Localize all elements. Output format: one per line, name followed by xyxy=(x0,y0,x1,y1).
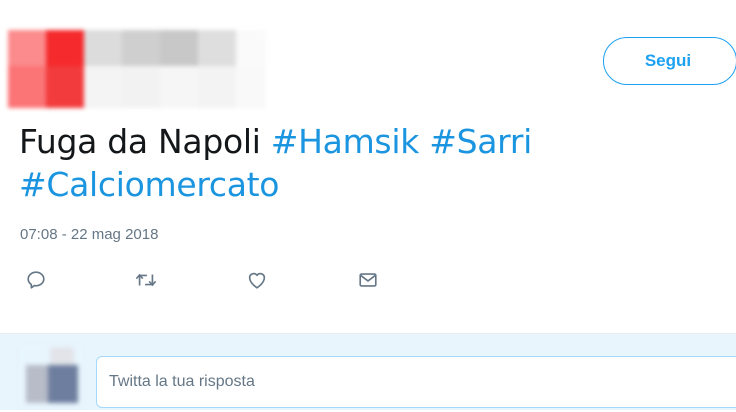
follow-button[interactable]: Segui xyxy=(603,37,736,85)
retweet-button[interactable] xyxy=(130,264,162,296)
reply-input[interactable] xyxy=(96,356,736,408)
like-button[interactable] xyxy=(241,264,273,296)
comment-icon xyxy=(27,271,45,289)
tweet-body: Fuga da Napoli xyxy=(19,122,261,161)
envelope-icon xyxy=(359,273,377,287)
direct-message-button[interactable] xyxy=(352,264,384,296)
tweet-text: Fuga da Napoli #Hamsik #Sarri #Calciomer… xyxy=(19,120,719,206)
reply-button[interactable] xyxy=(20,264,52,296)
avatar xyxy=(20,345,82,407)
hashtag-link[interactable]: #Calciomercato xyxy=(19,165,279,204)
hashtag-link[interactable]: #Hamsik xyxy=(271,122,420,161)
heart-icon xyxy=(248,272,266,289)
tweet-timestamp[interactable]: 07:08 - 22 mag 2018 xyxy=(20,226,158,243)
blurred-user-header xyxy=(8,30,266,108)
retweet-icon xyxy=(135,273,157,287)
hashtag-link[interactable]: #Sarri xyxy=(429,122,532,161)
follow-button-label: Segui xyxy=(644,51,692,70)
